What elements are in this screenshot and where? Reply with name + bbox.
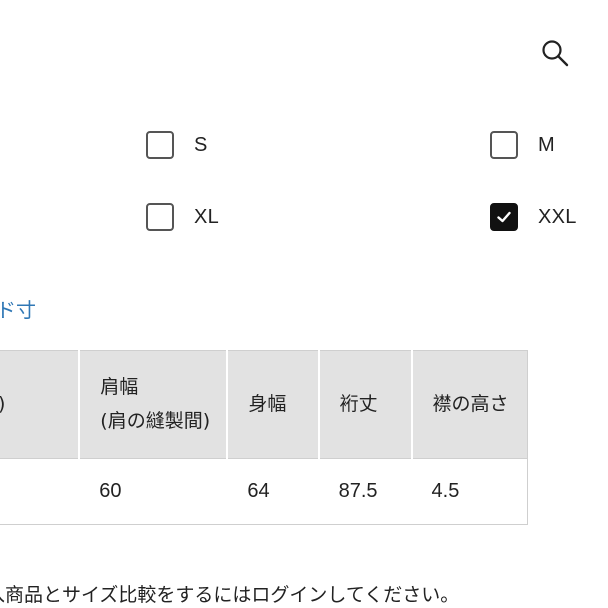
checkbox-xl[interactable]: [146, 203, 174, 231]
size-label-m: M: [538, 133, 555, 156]
cell-collar-height: 4.5: [411, 458, 528, 525]
checkbox-xxl[interactable]: [490, 203, 518, 231]
search-icon: [542, 40, 569, 67]
header-shoulder-width: 肩幅 (肩の縫製間): [78, 350, 229, 459]
table-header-row: ろ身頃) 肩幅 (肩の縫製間) 身幅 裄丈 襟の高さ: [0, 350, 528, 459]
header-back-length: ろ身頃): [0, 350, 81, 459]
size-chart-page: S M XL XXL ド寸 ろ身頃): [0, 0, 608, 608]
size-option-xxl[interactable]: XXL: [490, 203, 577, 231]
header-label: 身幅: [248, 392, 287, 415]
header-label: ろ身頃): [0, 388, 78, 421]
search-button[interactable]: [538, 36, 572, 70]
size-label-xl: XL: [194, 205, 220, 228]
header-label: 裄丈: [339, 392, 378, 415]
header-label: 襟の高さ: [432, 392, 509, 415]
checkbox-s[interactable]: [146, 131, 174, 159]
size-option-s[interactable]: S: [146, 131, 208, 159]
cell-body-width: 64: [227, 458, 319, 525]
login-note: 入商品とサイズ比較をするにはログインしてください。: [0, 584, 460, 606]
size-label-s: S: [194, 133, 208, 156]
header-sublabel: (肩の縫製間): [100, 409, 211, 432]
size-option-m[interactable]: M: [490, 131, 555, 159]
cell-shoulder-width: 60: [79, 458, 228, 525]
checkmark-icon: [497, 211, 511, 223]
header-body-width: 身幅: [226, 350, 320, 459]
cell-back-length: [0, 458, 80, 525]
size-option-xl[interactable]: XL: [146, 203, 219, 231]
header-sleeve-length: 裄丈: [318, 350, 413, 459]
header-collar-height: 襟の高さ: [411, 350, 528, 459]
size-guide-link[interactable]: ド寸: [0, 294, 36, 323]
size-table: ろ身頃) 肩幅 (肩の縫製間) 身幅 裄丈 襟の高さ 6: [0, 350, 528, 525]
table-row: 60 64 87.5 4.5: [0, 458, 528, 525]
checkbox-m[interactable]: [490, 131, 518, 159]
size-label-xxl: XXL: [538, 205, 577, 228]
header-label: 肩幅: [100, 376, 139, 399]
cell-sleeve-length: 87.5: [318, 458, 412, 525]
